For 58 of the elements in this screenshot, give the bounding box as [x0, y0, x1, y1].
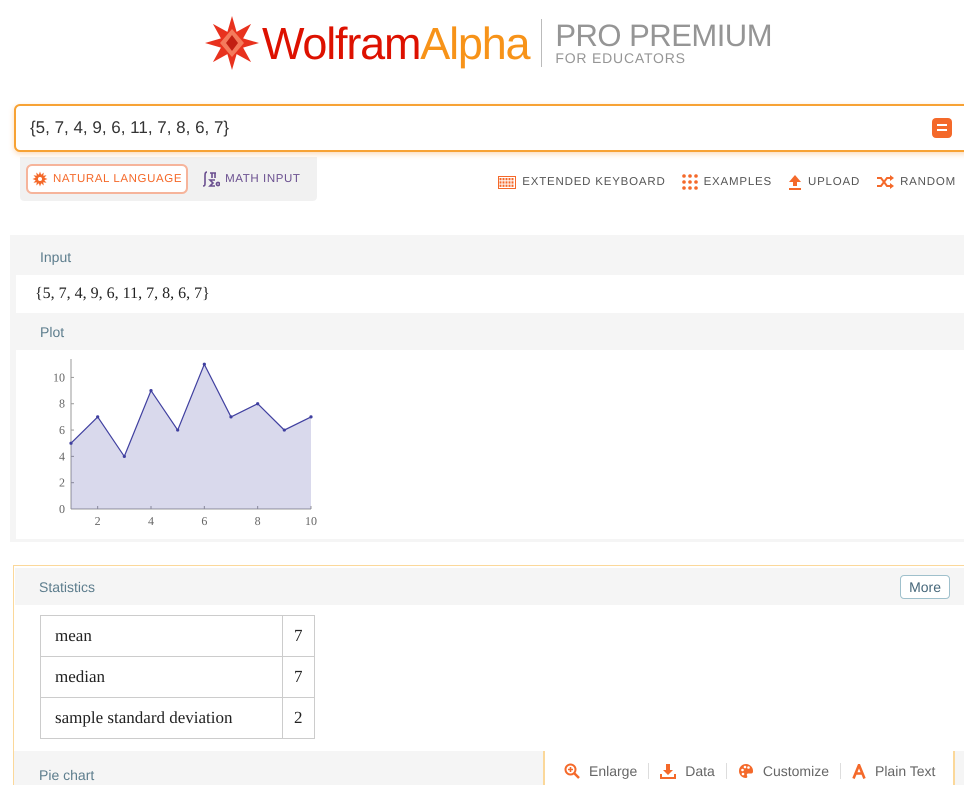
table-cell: 2 [282, 698, 314, 738]
point [96, 415, 100, 418]
tick-label: 4 [148, 514, 154, 528]
palette-icon [738, 763, 754, 779]
pod-title: Pie chart [39, 767, 94, 783]
toolbar-link[interactable]: RANDOM [876, 174, 956, 190]
pod-action[interactable]: Plain Text [840, 763, 946, 779]
toolbar-link[interactable]: UPLOAD [788, 174, 860, 190]
upload-icon [788, 174, 802, 190]
tick-label: 8 [59, 396, 65, 411]
mode-tab[interactable]: NATURAL LANGUAGE [26, 164, 188, 194]
tick-label: 4 [59, 449, 65, 464]
keyboard-icon [498, 176, 516, 188]
pod-action[interactable]: Enlarge [553, 763, 648, 779]
table-cell: median [40, 656, 282, 698]
point [176, 428, 180, 432]
search-field[interactable]: {5, 7, 4, 9, 6, 11, 7, 8, 6, 7} [14, 104, 964, 152]
table-cell: 7 [282, 656, 314, 698]
point [149, 388, 153, 392]
logo-text: Wolfram [262, 20, 420, 66]
point [202, 362, 206, 366]
pod-title: Statistics [39, 578, 96, 594]
star-icon [32, 171, 48, 187]
font-icon [852, 764, 866, 778]
shuffle-icon [876, 175, 894, 189]
point [256, 402, 260, 406]
tick-label: 10 [305, 514, 317, 528]
table-cell: mean [40, 616, 282, 656]
star-logo-icon [204, 15, 260, 71]
pod-action[interactable]: Data [648, 763, 726, 779]
edition-sublabel: FOR EDUCATORS [555, 50, 687, 66]
point [309, 415, 313, 418]
dots-grid-icon [682, 174, 698, 190]
result-text: {5, 7, 4, 9, 6, 11, 7, 8, 6, 7} [34, 284, 211, 304]
equals-icon [937, 124, 947, 132]
download-icon [660, 763, 676, 779]
tick-label: 6 [59, 423, 65, 438]
mode-tab[interactable]: MATH INPUT [196, 164, 305, 194]
tick-label: 8 [254, 514, 261, 528]
toolbar-link[interactable]: EXTENDED KEYBOARD [498, 174, 666, 190]
zoom-in-icon [564, 763, 580, 779]
formula-icon [200, 170, 220, 188]
point [229, 415, 233, 418]
tick-label: 0 [59, 502, 65, 516]
pod-action[interactable]: Customize [726, 763, 840, 779]
table-cell: 7 [282, 616, 314, 656]
tick-label: 10 [53, 370, 65, 384]
point [122, 454, 126, 458]
table-cell: sample standard deviation [40, 698, 282, 738]
tick-label: 2 [59, 476, 65, 490]
compute-button[interactable] [932, 118, 952, 138]
edition-label: PRO PREMIUM [555, 20, 772, 51]
tick-label: 6 [201, 514, 208, 528]
more-button[interactable]: More [900, 574, 950, 598]
tick-label: 2 [94, 514, 101, 528]
point [282, 428, 286, 432]
point [69, 442, 73, 445]
toolbar-link[interactable]: EXAMPLES [682, 174, 772, 190]
